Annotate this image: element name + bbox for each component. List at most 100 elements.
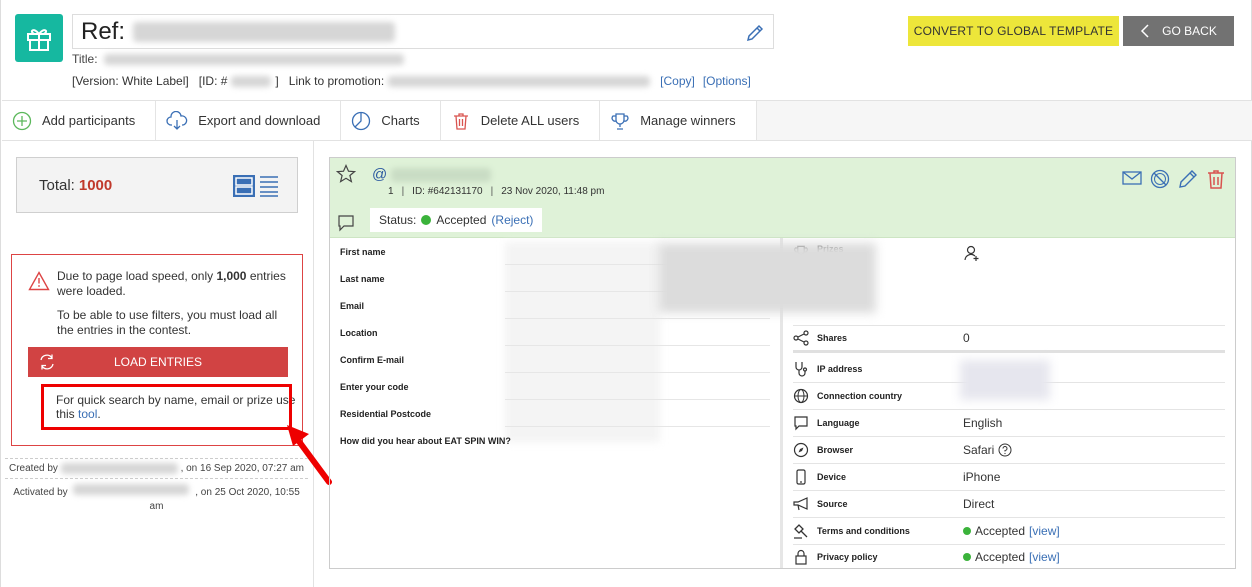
charts-button[interactable]: Charts (341, 101, 441, 140)
promotion-link-label: Link to promotion: (288, 74, 385, 88)
browser-value: Safari (963, 443, 995, 457)
email-icon[interactable] (1121, 168, 1143, 188)
card-view-icon[interactable] (232, 174, 256, 198)
id-value-redacted (231, 75, 272, 87)
terms-view-link[interactable]: [view] (1029, 524, 1060, 538)
ref-field[interactable]: Ref: (72, 14, 774, 49)
privacy-view-link[interactable]: [view] (1029, 550, 1060, 564)
add-participants-button[interactable]: Add participants (2, 101, 157, 140)
manage-winners-button[interactable]: Manage winners (600, 101, 757, 140)
status-label: Status: (379, 213, 417, 227)
highlight-frame (41, 384, 292, 430)
created-by-redacted (60, 463, 178, 474)
total-box: Total: 1000 (16, 157, 298, 213)
field-confirm-email: Confirm E-mail (340, 346, 770, 373)
promotion-link-redacted[interactable] (388, 75, 651, 87)
entrant-handle-redacted (391, 167, 492, 182)
total-label: Total: (39, 176, 75, 194)
speech-bubble-icon (793, 415, 817, 431)
field-label: Residential Postcode (340, 408, 432, 419)
globe-icon (793, 388, 817, 404)
status-value: Accepted (436, 213, 487, 227)
convert-to-global-template-button[interactable]: CONVERT TO GLOBAL TEMPLATE (908, 16, 1119, 46)
browser-row: Browser Safari (793, 437, 1225, 464)
activated-by-row: Activated by , on 25 Oct 2020, 10:55 am (5, 484, 308, 514)
delete-all-users-button[interactable]: Delete ALL users (440, 101, 601, 140)
delete-all-users-label: Delete ALL users (480, 113, 580, 128)
source-value: Direct (963, 497, 995, 511)
privacy-label: Privacy policy (817, 551, 878, 562)
field-label: Last name (340, 273, 385, 284)
export-download-label: Export and download (198, 113, 321, 128)
add-circle-icon (12, 111, 32, 130)
stethoscope-icon (793, 361, 817, 377)
country-label: Connection country (817, 391, 902, 401)
ref-value-redacted (133, 21, 396, 42)
field-code: Enter your code (340, 373, 770, 400)
contest-entries-page: Ref: Title: [Version: White Label] [ID: … (0, 0, 1252, 587)
warning-icon (28, 271, 50, 295)
charts-label: Charts (381, 113, 420, 128)
load-entries-button[interactable]: LOAD ENTRIES (28, 347, 288, 377)
toolbar: Add participants Export and download Cha… (2, 100, 1252, 141)
status-box: Status: Accepted (Reject) (370, 208, 543, 232)
created-by-row: Created by , on 16 Sep 2020, 07:27 am (5, 458, 308, 479)
cloud-download-icon (166, 110, 188, 130)
activated-prefix: Activated by (13, 487, 68, 498)
go-back-button[interactable]: GO BACK (1123, 16, 1234, 46)
block-icon[interactable] (1149, 168, 1171, 190)
terms-label: Terms and conditions (817, 526, 910, 536)
language-label: Language (817, 418, 860, 428)
star-icon[interactable] (335, 164, 357, 189)
chevron-left-icon (1141, 24, 1149, 38)
field-label: Email (340, 300, 365, 311)
source-row: Source Direct (793, 491, 1225, 518)
trophy-icon (611, 112, 629, 130)
device-row: Device iPhone (793, 464, 1225, 491)
shares-value: 0 (963, 331, 970, 345)
entry-id: ID: #642131170 (412, 186, 483, 197)
delete-entry-icon[interactable] (1205, 168, 1227, 190)
at-sign: @ (372, 166, 388, 183)
id-close: ] (275, 74, 279, 88)
id-label: [ID: # (198, 74, 228, 88)
trash-icon (453, 112, 468, 130)
entrant-handle: @ (372, 166, 492, 183)
help-icon[interactable] (998, 443, 1012, 457)
browser-value-wrap: Safari (963, 443, 1012, 457)
meta-row: [Version: White Label] [ID: # ] Link to … (72, 74, 751, 88)
add-prize-icon[interactable] (963, 244, 981, 262)
field-postcode: Residential Postcode (340, 400, 770, 427)
reject-link[interactable]: (Reject) (491, 213, 533, 227)
shares-label: Shares (817, 333, 848, 343)
edit-entry-icon[interactable] (1177, 168, 1199, 190)
toolbar-filler (756, 101, 1252, 140)
entry-meta: 1 | ID: #642131170 | 23 Nov 2020, 11:48 pm (388, 186, 605, 197)
gift-logo-icon (15, 14, 63, 62)
copy-link[interactable]: [Copy] (660, 74, 695, 88)
language-row: Language English (793, 410, 1225, 437)
view-toggle (232, 174, 279, 198)
activated-by-redacted (73, 484, 190, 495)
field-label: Enter your code (340, 381, 409, 392)
comment-icon[interactable] (337, 214, 355, 237)
entry-card: @ 1 | ID: #642131170 | 23 Nov 2020, 11:48 pm… (329, 157, 1236, 569)
entry-card-header: @ 1 | ID: #642131170 | 23 Nov 2020, 11:48 pm… (330, 158, 1235, 238)
list-view-icon[interactable] (259, 174, 279, 198)
source-label: Source (817, 499, 848, 509)
field-how-heard: How did you hear about EAT SPIN WIN? (340, 427, 770, 454)
export-download-button[interactable]: Export and download (156, 101, 342, 140)
created-prefix: Created by (9, 463, 58, 474)
device-value: iPhone (963, 470, 1001, 484)
edit-ref-icon[interactable] (745, 23, 765, 48)
entry-card-body: First name Last name Email Location Conf… (330, 238, 1235, 568)
created-suffix: , on 16 Sep 2020, 07:27 am (180, 463, 304, 474)
load-entries-label: LOAD ENTRIES (113, 355, 203, 369)
warning-count: 1,000 (216, 269, 247, 283)
options-link[interactable]: [Options] (703, 74, 751, 88)
refresh-icon (38, 353, 56, 374)
privacy-status-dot (963, 552, 971, 561)
language-value: English (963, 416, 1003, 430)
add-participants-label: Add participants (42, 113, 136, 128)
pie-chart-icon (352, 111, 371, 130)
